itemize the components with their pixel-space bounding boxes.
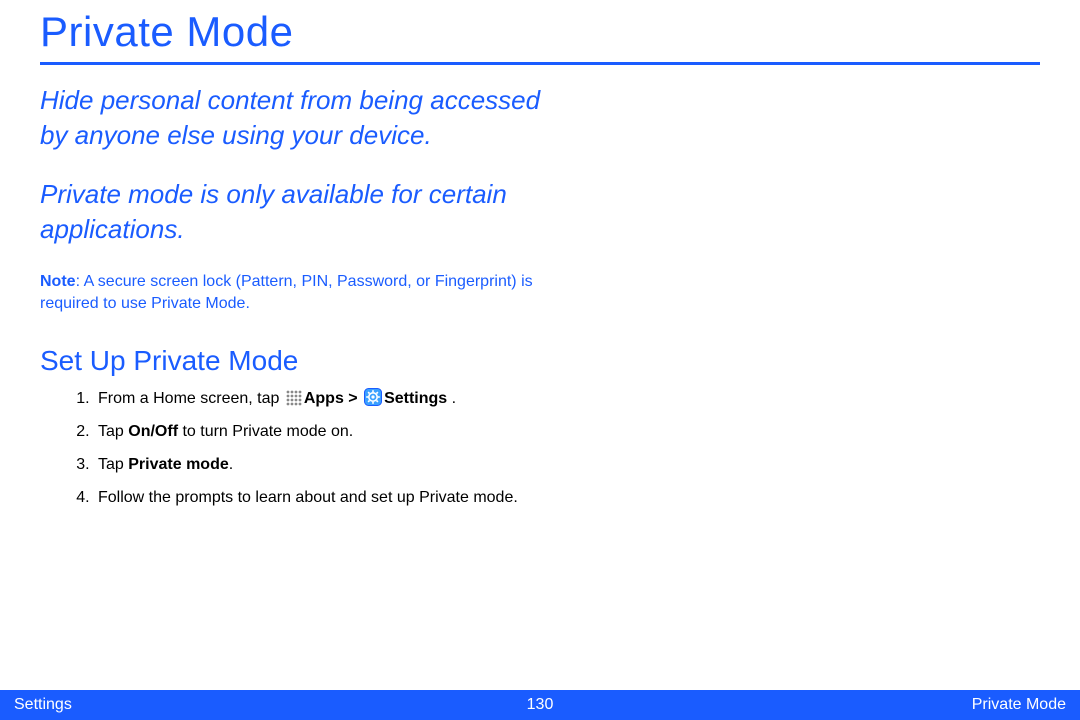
manual-page: Private Mode Hide personal content from … xyxy=(0,0,1080,720)
intro-paragraph-1: Hide personal content from being accesse… xyxy=(40,83,560,153)
page-footer: Settings 130 Private Mode xyxy=(0,690,1080,720)
step-1-settings-label: Settings xyxy=(384,390,447,407)
step-1-end: . xyxy=(447,390,456,407)
note-label: Note xyxy=(40,273,76,290)
footer-right: Private Mode xyxy=(972,696,1066,714)
step-1-separator: > xyxy=(344,390,362,407)
note-text: : A secure screen lock (Pattern, PIN, Pa… xyxy=(40,273,533,312)
step-1-apps-label: Apps xyxy=(304,390,344,407)
intro-paragraph-2: Private mode is only available for certa… xyxy=(40,177,560,247)
step-3: Tap Private mode. xyxy=(94,453,600,476)
step-3-bold: Private mode xyxy=(128,456,228,473)
footer-page-number: 130 xyxy=(527,696,554,714)
intro-block: Hide personal content from being accesse… xyxy=(40,83,560,247)
step-1: From a Home screen, tap Apps > xyxy=(94,387,600,410)
page-content: Private Mode Hide personal content from … xyxy=(0,0,1080,509)
note-paragraph: Note: A secure screen lock (Pattern, PIN… xyxy=(40,271,560,314)
page-title: Private Mode xyxy=(40,8,1040,62)
settings-gear-icon xyxy=(364,388,382,406)
title-rule xyxy=(40,62,1040,65)
step-3-text-a: Tap xyxy=(98,456,128,473)
footer-left: Settings xyxy=(14,696,72,714)
step-2: Tap On/Off to turn Private mode on. xyxy=(94,420,600,443)
step-3-text-c: . xyxy=(229,456,233,473)
step-4: Follow the prompts to learn about and se… xyxy=(94,486,600,509)
section-heading: Set Up Private Mode xyxy=(40,345,1040,377)
apps-grid-icon xyxy=(286,390,302,406)
step-2-text-c: to turn Private mode on. xyxy=(178,423,353,440)
step-2-text-a: Tap xyxy=(98,423,128,440)
steps-list: From a Home screen, tap Apps > xyxy=(40,387,600,510)
step-2-bold: On/Off xyxy=(128,423,178,440)
step-1-text-a: From a Home screen, tap xyxy=(98,390,284,407)
